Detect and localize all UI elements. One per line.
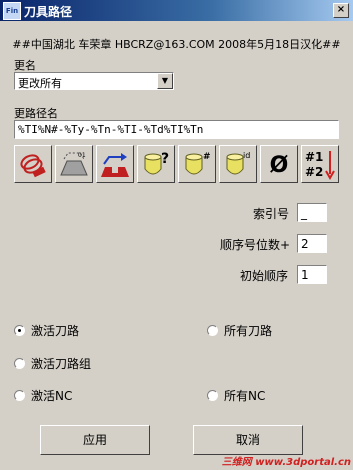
- tool-hash-icon-text: #: [203, 152, 211, 162]
- radio-label: 激活刀路组: [31, 357, 92, 371]
- radio-dot: [207, 325, 218, 336]
- toolbar-button-numbering[interactable]: #1 #2: [301, 145, 339, 183]
- toolbar-button-tool-question[interactable]: ?: [137, 145, 175, 183]
- radio-all-nc[interactable]: 所有NC: [207, 387, 265, 404]
- watermark: 三维网 www.3dportal.cn: [221, 457, 351, 468]
- profile-icon-text: 01: [78, 152, 86, 159]
- translator-banner: ##中国湖北 车荣章 HBCRZ@163.COM 2008年5月18日汉化##: [12, 38, 341, 51]
- radio-active-group[interactable]: 激活刀路组: [14, 355, 91, 372]
- radio-dot: [14, 325, 25, 336]
- path-arrow-icon: [99, 149, 131, 179]
- toolbar-button-profile[interactable]: 01: [55, 145, 93, 183]
- radio-label: 激活刀路: [31, 324, 80, 338]
- tool-question-icon: ?: [140, 149, 172, 179]
- window-title: 刀具路径: [24, 5, 73, 19]
- diameter-icon: Ø: [263, 149, 295, 179]
- path-name-label: 更路径名: [14, 107, 58, 120]
- radio-all-paths[interactable]: 所有刀路: [207, 322, 272, 339]
- cancel-button[interactable]: 取消: [193, 425, 303, 455]
- toolbar-button-tool-id[interactable]: id: [219, 145, 257, 183]
- toolbar-button-diameter[interactable]: Ø: [260, 145, 298, 183]
- index-label: 索引号: [253, 207, 290, 221]
- index-input[interactable]: _: [297, 203, 327, 222]
- rename-select-value: 更改所有: [18, 77, 62, 90]
- start-input[interactable]: 1: [297, 265, 327, 284]
- digits-label: 顺序号位数+: [220, 238, 291, 252]
- radio-dot: [207, 390, 218, 401]
- tool-id-icon-text: id: [243, 151, 250, 160]
- toolbar-button-coil[interactable]: [14, 145, 52, 183]
- digits-input[interactable]: 2: [297, 234, 327, 253]
- app-icon: Fin: [3, 2, 21, 20]
- svg-text:#2: #2: [305, 165, 323, 179]
- radio-label: 激活NC: [31, 389, 73, 403]
- diameter-icon-text: Ø: [270, 153, 289, 178]
- tool-id-icon: id: [222, 149, 254, 179]
- numbering-icon: #1 #2: [304, 148, 336, 180]
- rename-select[interactable]: 更改所有 ▼: [14, 72, 174, 90]
- rename-label: 更名: [14, 59, 36, 72]
- start-label: 初始顺序: [240, 269, 289, 283]
- radio-active-path[interactable]: 激活刀路: [14, 322, 79, 339]
- chevron-down-icon[interactable]: ▼: [157, 73, 173, 89]
- radio-dot: [14, 358, 25, 369]
- radio-dot: [14, 390, 25, 401]
- apply-button[interactable]: 应用: [40, 425, 150, 455]
- radio-label: 所有刀路: [224, 324, 273, 338]
- title-bar: Fin 刀具路径 ×: [0, 0, 353, 21]
- radio-active-nc[interactable]: 激活NC: [14, 387, 72, 404]
- radio-label: 所有NC: [224, 389, 266, 403]
- coil-icon: [18, 149, 48, 179]
- toolbar-button-tool-hash[interactable]: #: [178, 145, 216, 183]
- svg-text:#1: #1: [305, 150, 323, 164]
- toolbar-button-path[interactable]: [96, 145, 134, 183]
- close-button[interactable]: ×: [333, 3, 349, 18]
- tool-hash-icon: #: [181, 149, 213, 179]
- tool-question-icon-text: ?: [161, 151, 169, 167]
- profile-icon: 01: [58, 149, 90, 179]
- path-name-input[interactable]: %TI%N#-%Ty-%Tn-%TI-%Td%TI%Tn: [14, 120, 339, 139]
